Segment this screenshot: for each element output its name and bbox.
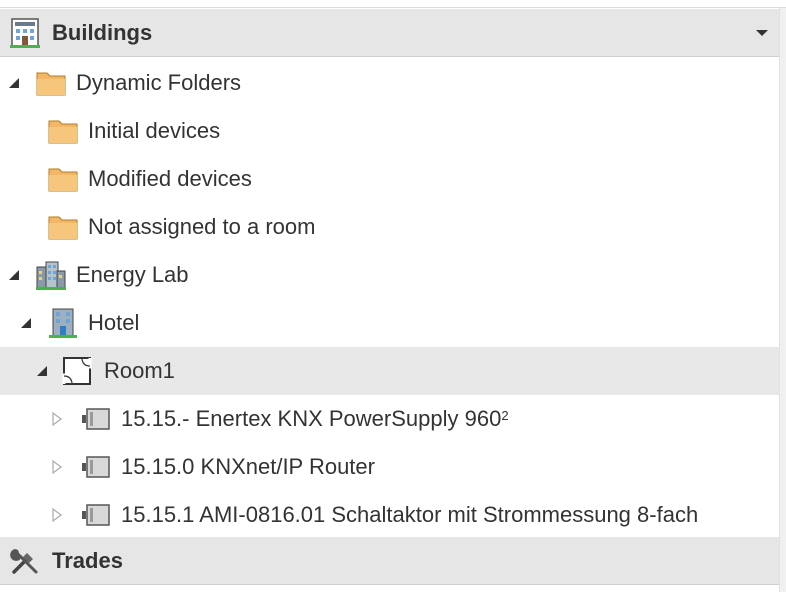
expanded-arrow-icon[interactable]: [19, 316, 33, 330]
tree-item-label: 15.15.- Enertex KNX PowerSupply 9602: [121, 406, 509, 432]
tree-item-device-powersupply[interactable]: 15.15.- Enertex KNX PowerSupply 9602: [0, 395, 779, 443]
device-icon: [82, 504, 110, 526]
tree-item-label: Modified devices: [88, 166, 252, 191]
tree-item-room1[interactable]: Room1: [0, 347, 779, 395]
tree-item-label: Initial devices: [88, 118, 221, 143]
expanded-arrow-icon[interactable]: [7, 268, 21, 282]
dropdown-arrow-icon[interactable]: [755, 28, 769, 38]
tree-item-hotel[interactable]: Hotel: [0, 299, 779, 347]
tree-item-not-assigned[interactable]: Not assigned to a room: [0, 203, 779, 251]
folder-icon: [48, 120, 78, 144]
expanded-arrow-icon[interactable]: [35, 364, 49, 378]
tree-item-label: 15.15.1 AMI-0816.01 Schaltaktor mit Stro…: [121, 502, 699, 527]
folder-icon: [48, 168, 78, 192]
collapsed-arrow-icon[interactable]: [50, 508, 64, 522]
trades-panel-header[interactable]: Trades: [0, 537, 779, 585]
tree-item-initial-devices[interactable]: Initial devices: [0, 107, 779, 155]
tree-item-modified-devices[interactable]: Modified devices: [0, 155, 779, 203]
device-label-text: 15.15.- Enertex KNX PowerSupply 960: [121, 406, 502, 431]
device-icon: [82, 408, 110, 430]
tree-item-label: Room1: [104, 358, 175, 383]
collapsed-arrow-icon[interactable]: [50, 412, 64, 426]
room-icon: [62, 357, 92, 385]
building-panel-icon: [10, 18, 40, 48]
tree-item-label: 15.15.0 KNXnet/IP Router: [121, 454, 375, 479]
collapsed-arrow-icon[interactable]: [50, 460, 64, 474]
building-complex-icon: [36, 261, 66, 290]
tree-item-label: Energy Lab: [76, 262, 189, 287]
buildings-panel-header[interactable]: Buildings: [0, 9, 779, 57]
trades-panel-title: Trades: [52, 548, 123, 573]
tree-item-label: Dynamic Folders: [76, 70, 242, 95]
folder-icon: [36, 72, 66, 96]
tree-item-energy-lab[interactable]: Energy Lab: [0, 251, 779, 299]
tools-icon: [10, 549, 38, 574]
expanded-arrow-icon[interactable]: [7, 76, 21, 90]
tree-item-label: Not assigned to a room: [88, 214, 316, 239]
building-icon: [49, 308, 77, 338]
top-border: [0, 0, 786, 8]
device-label-superscript: 2: [501, 408, 509, 423]
folder-icon: [48, 216, 78, 240]
tree-item-dynamic-folders[interactable]: Dynamic Folders: [0, 59, 779, 107]
buildings-panel-title: Buildings: [52, 20, 153, 45]
tree-item-device-schaltaktor[interactable]: 15.15.1 AMI-0816.01 Schaltaktor mit Stro…: [0, 491, 779, 539]
tree-item-label: Hotel: [88, 310, 140, 335]
tree-item-device-router[interactable]: 15.15.0 KNXnet/IP Router: [0, 443, 779, 491]
device-icon: [82, 456, 110, 478]
vertical-scrollbar[interactable]: [779, 8, 786, 592]
